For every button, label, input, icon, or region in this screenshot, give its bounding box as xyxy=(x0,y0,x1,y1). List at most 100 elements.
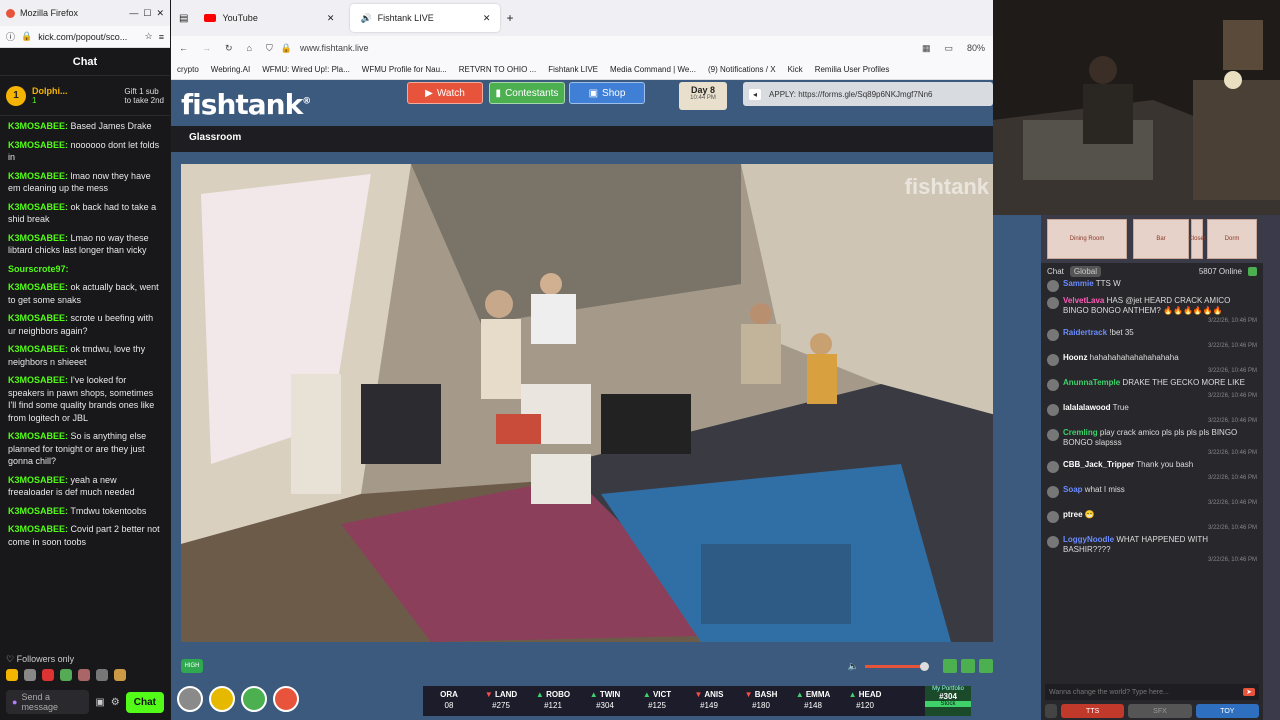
chat-username[interactable]: VelvetLava xyxy=(1063,296,1104,305)
reader-icon[interactable]: ▭ xyxy=(944,43,953,54)
chat-input[interactable]: Wanna change the world? Type here... ➤ xyxy=(1045,684,1259,700)
chat-username[interactable]: K3MOSABEE: xyxy=(8,375,68,385)
chat-username[interactable]: K3MOSABEE: xyxy=(8,233,68,243)
chat-username[interactable]: K3MOSABEE: xyxy=(8,344,68,354)
chat-username[interactable]: Hoonz xyxy=(1063,353,1087,362)
chat-username[interactable]: K3MOSABEE: xyxy=(8,506,68,516)
speaker-icon[interactable]: 🔊 xyxy=(360,13,371,24)
home-icon[interactable]: ⌂ xyxy=(247,43,252,53)
emote-icon[interactable] xyxy=(24,669,36,681)
ticker-item[interactable]: ▼ LAND #275 xyxy=(481,686,521,716)
ticker-item[interactable]: ▲ HEAD #120 xyxy=(845,686,885,716)
url-text[interactable]: kick.com/popout/sco... xyxy=(38,32,138,42)
chat-username[interactable]: CBB_Jack_Tripper xyxy=(1063,460,1134,469)
chat-username[interactable]: K3MOSABEE: xyxy=(8,282,68,292)
chat-username[interactable]: ptree xyxy=(1063,510,1083,519)
pinned-gift[interactable]: 1 Dolphi... 1 Gift 1 sub to take 2nd xyxy=(0,76,170,116)
toy-button[interactable]: TOY xyxy=(1195,704,1259,718)
ticker-item[interactable]: ORA 08 xyxy=(429,686,469,716)
settings-gear-icon[interactable] xyxy=(177,686,203,712)
mic-icon[interactable]: ● xyxy=(12,697,17,707)
close-tab-icon[interactable]: ✕ xyxy=(483,13,491,24)
extension-icon[interactable]: ▦ xyxy=(922,43,931,54)
avatar[interactable] xyxy=(1047,461,1059,473)
ticker-item[interactable]: ▲ ROBO #121 xyxy=(533,686,573,716)
avatar[interactable] xyxy=(1047,536,1059,548)
avatar[interactable] xyxy=(1047,486,1059,498)
fishtank-logo[interactable]: fishtank® xyxy=(181,88,311,121)
arrow-left-icon[interactable]: ◂ xyxy=(749,88,762,100)
chat-username[interactable]: K3MOSABEE: xyxy=(8,313,68,323)
chat-username[interactable]: Sammie xyxy=(1063,279,1094,288)
bookmark-item[interactable]: Media Command | We... xyxy=(610,65,696,74)
live-video-feed[interactable]: fishtank xyxy=(181,164,1029,642)
emote-icon[interactable] xyxy=(6,669,18,681)
emote-icon[interactable] xyxy=(96,669,108,681)
emote-icon[interactable] xyxy=(60,669,72,681)
avatar[interactable] xyxy=(1047,379,1059,391)
settings-icon[interactable]: ⚙ xyxy=(111,697,120,708)
bookmark-item[interactable]: Kick xyxy=(788,65,803,74)
chat-username[interactable]: Soap xyxy=(1063,485,1083,494)
chat-username[interactable]: K3MOSABEE: xyxy=(8,475,68,485)
chat-username[interactable]: Sourscrote97: xyxy=(8,264,69,274)
avatar[interactable] xyxy=(1047,511,1059,523)
stock-ticker[interactable]: ORA 08 ▼ LAND #275 ▲ ROBO #121 ▲ TWIN #304 ▲ VIC… xyxy=(423,686,969,716)
tab-youtube[interactable]: YouTube ✕ xyxy=(194,4,344,32)
close-tab-icon[interactable]: ✕ xyxy=(327,13,335,24)
avatar[interactable] xyxy=(1047,280,1059,292)
shield-icon[interactable]: ⛉ xyxy=(266,43,273,54)
bookmark-item[interactable]: RETVRN TO OHIO ... xyxy=(459,65,537,74)
volume-handle[interactable] xyxy=(920,661,929,671)
room-minimap[interactable]: Dining Room Bar Closet Dorm xyxy=(1041,215,1263,263)
watch-button[interactable]: ▶ Watch xyxy=(407,82,483,104)
tts-button[interactable]: TTS xyxy=(1061,704,1125,718)
forward-icon[interactable]: → xyxy=(202,43,211,53)
secondary-camera-feed[interactable] xyxy=(993,0,1280,215)
send-icon[interactable]: ➤ xyxy=(1243,688,1255,696)
maximize-icon[interactable]: ☐ xyxy=(143,8,151,19)
chat-username[interactable]: K3MOSABEE: xyxy=(8,524,68,534)
ticker-item[interactable]: ▲ EMMA #148 xyxy=(793,686,833,716)
users-icon[interactable] xyxy=(1248,266,1257,276)
new-tab-icon[interactable]: + xyxy=(506,11,513,25)
minimap-room[interactable]: Dorm xyxy=(1207,219,1257,259)
cast-icon[interactable] xyxy=(961,659,975,673)
bookmark-item[interactable]: (9) Notifications / X xyxy=(708,65,776,74)
ticker-item[interactable]: ▼ BASH #180 xyxy=(741,686,781,716)
tab-overview-icon[interactable]: ▤ xyxy=(179,13,188,24)
chat-username[interactable]: LoggyNoodle xyxy=(1063,535,1114,544)
avatar[interactable] xyxy=(1047,404,1059,416)
bookmark-item[interactable]: crypto xyxy=(177,65,199,74)
sfx-button[interactable]: SFX xyxy=(1128,704,1192,718)
quality-badge[interactable]: HIGH xyxy=(181,659,203,673)
address-bar[interactable]: ⛉ 🔒 www.fishtank.live xyxy=(266,43,908,54)
emote-icon[interactable] xyxy=(78,669,90,681)
emote-icon[interactable] xyxy=(42,669,54,681)
send-message-input[interactable]: ● Send a message xyxy=(6,690,90,714)
minimize-icon[interactable]: — xyxy=(129,8,138,18)
url-bar[interactable]: ⓘ 🔒 kick.com/popout/sco... ☆ ≡ xyxy=(0,26,170,48)
ticker-item[interactable]: ▲ VICT #125 xyxy=(637,686,677,716)
emote-icon[interactable] xyxy=(114,669,126,681)
items-icon[interactable] xyxy=(241,686,267,712)
chat-username[interactable]: Raidertrack xyxy=(1063,328,1107,337)
info-icon[interactable]: ⓘ xyxy=(6,30,15,43)
chat-username[interactable]: K3MOSABEE: xyxy=(8,140,68,150)
minimap-room[interactable]: Dining Room xyxy=(1047,219,1127,259)
back-icon[interactable]: ← xyxy=(179,43,188,53)
contestants-button[interactable]: ▮ Contestants xyxy=(489,82,565,104)
avatar[interactable] xyxy=(1047,329,1059,341)
bookmark-item[interactable]: WFMU: Wired Up!: Pla... xyxy=(262,65,350,74)
clips-icon[interactable] xyxy=(943,659,957,673)
chat-username[interactable]: K3MOSABEE: xyxy=(8,121,68,131)
chat-send-button[interactable]: Chat xyxy=(125,691,164,713)
apply-banner[interactable]: ◂ APPLY: https://forms.gle/Sq89p6NKJmgf7… xyxy=(743,82,993,106)
chat-username[interactable]: K3MOSABEE: xyxy=(8,431,68,441)
ticker-item[interactable]: ▲ TWIN #304 xyxy=(585,686,625,716)
bookmark-item[interactable]: Remilia User Profiles xyxy=(815,65,890,74)
pip-icon[interactable] xyxy=(979,659,993,673)
chat-username[interactable]: AnunnaTemple xyxy=(1063,378,1120,387)
close-icon[interactable]: ✕ xyxy=(156,8,164,19)
avatar[interactable] xyxy=(1047,354,1059,366)
